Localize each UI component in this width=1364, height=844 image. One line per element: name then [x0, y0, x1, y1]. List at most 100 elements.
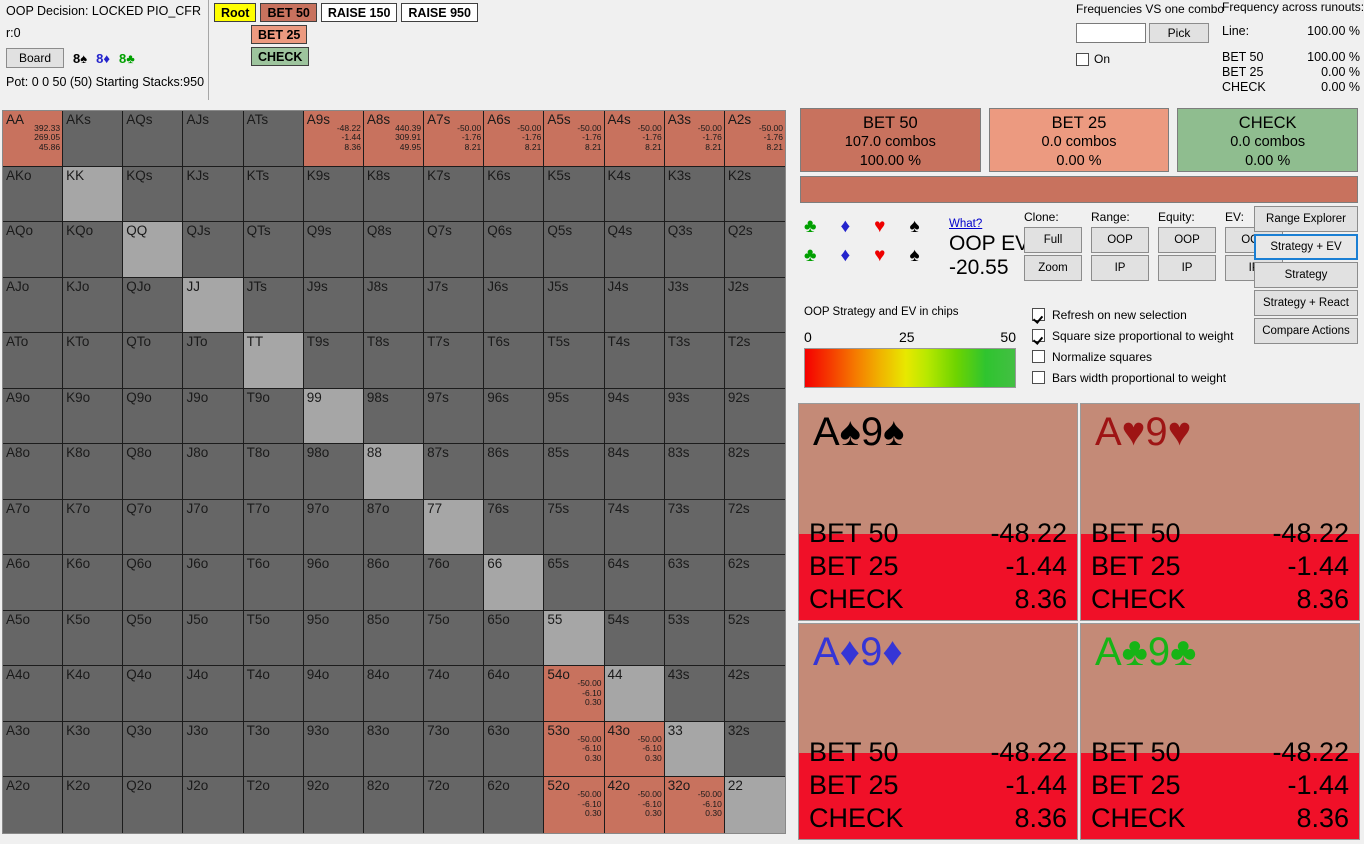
matrix-cell-T7o[interactable]: T7o — [243, 499, 304, 556]
matrix-cell-AQs[interactable]: AQs — [123, 111, 184, 167]
matrix-cell-J2o[interactable]: J2o — [183, 777, 244, 833]
matrix-cell-64o[interactable]: 64o — [484, 666, 545, 722]
matrix-cell-82s[interactable]: 82s — [724, 444, 785, 500]
matrix-cell-J3s[interactable]: J3s — [664, 277, 725, 334]
matrix-cell-A3s[interactable]: A3s -50.00 -1.76 8.21 — [664, 111, 725, 167]
matrix-cell-K7s[interactable]: K7s — [424, 166, 485, 223]
matrix-cell-A8o[interactable]: A8o — [3, 444, 64, 500]
matrix-cell-Q7s[interactable]: Q7s — [424, 222, 485, 278]
button-clone-full[interactable]: Full — [1024, 227, 1082, 253]
club-suit-icon[interactable]: ♣ — [804, 246, 816, 265]
matrix-cell-ATs[interactable]: ATs — [243, 111, 304, 167]
matrix-cell-K4s[interactable]: K4s — [604, 166, 665, 223]
matrix-cell-65s[interactable]: 65s — [544, 555, 605, 611]
matrix-cell-A8s[interactable]: A8s 440.39 309.91 49.95 — [363, 111, 425, 167]
tree-node-check[interactable]: CHECK — [251, 47, 310, 66]
option-refresh-on-new-selection[interactable]: Refresh on new selection — [1032, 304, 1247, 325]
matrix-cell-K3s[interactable]: K3s — [664, 166, 725, 223]
matrix-cell-A7s[interactable]: A7s -50.00 -1.76 8.21 — [424, 111, 485, 167]
matrix-cell-AQo[interactable]: AQo — [3, 222, 64, 278]
matrix-cell-KK[interactable]: KK — [63, 166, 124, 223]
matrix-cell-A6s[interactable]: A6s -50.00 -1.76 8.21 — [484, 111, 545, 167]
action-box-bet-25[interactable]: BET 25 0.0 combos 0.00 % — [988, 108, 1170, 172]
view-button-strategy[interactable]: Strategy — [1254, 262, 1358, 288]
matrix-cell-K7o[interactable]: K7o — [63, 499, 124, 556]
matrix-cell-J7o[interactable]: J7o — [183, 499, 244, 556]
matrix-cell-22[interactable]: 22 — [724, 777, 785, 833]
matrix-cell-83s[interactable]: 83s — [664, 444, 725, 500]
matrix-cell-J5o[interactable]: J5o — [183, 610, 244, 667]
matrix-cell-A9o[interactable]: A9o — [3, 388, 64, 445]
matrix-cell-J5s[interactable]: J5s — [544, 277, 605, 334]
matrix-cell-A6o[interactable]: A6o — [3, 555, 64, 611]
matrix-cell-63o[interactable]: 63o — [484, 721, 545, 778]
matrix-cell-A4s[interactable]: A4s -50.00 -1.76 8.21 — [604, 111, 665, 167]
matrix-cell-62s[interactable]: 62s — [724, 555, 785, 611]
matrix-cell-JTo[interactable]: JTo — [183, 333, 244, 389]
matrix-cell-J9o[interactable]: J9o — [183, 388, 244, 445]
matrix-cell-QTs[interactable]: QTs — [243, 222, 304, 278]
matrix-cell-KJo[interactable]: KJo — [63, 277, 124, 334]
matrix-cell-AA[interactable]: AA 392.33 269.05 45.86 — [3, 111, 64, 167]
matrix-cell-99[interactable]: 99 — [303, 388, 364, 445]
matrix-cell-Q6o[interactable]: Q6o — [123, 555, 184, 611]
matrix-cell-74s[interactable]: 74s — [604, 499, 665, 556]
matrix-cell-87s[interactable]: 87s — [424, 444, 485, 500]
matrix-cell-53s[interactable]: 53s — [664, 610, 725, 667]
matrix-cell-76o[interactable]: 76o — [424, 555, 485, 611]
heart-suit-icon[interactable]: ♥ — [874, 246, 885, 265]
matrix-cell-T7s[interactable]: T7s — [424, 333, 485, 389]
matrix-cell-T4s[interactable]: T4s — [604, 333, 665, 389]
matrix-cell-63s[interactable]: 63s — [664, 555, 725, 611]
matrix-cell-JTs[interactable]: JTs — [243, 277, 304, 334]
matrix-cell-95o[interactable]: 95o — [303, 610, 364, 667]
matrix-cell-87o[interactable]: 87o — [363, 499, 425, 556]
matrix-cell-88[interactable]: 88 — [363, 444, 425, 500]
spade-suit-icon[interactable]: ♠ — [909, 246, 919, 265]
what-help-link[interactable]: What? — [949, 218, 982, 230]
matrix-cell-AKo[interactable]: AKo — [3, 166, 64, 223]
matrix-cell-95s[interactable]: 95s — [544, 388, 605, 445]
matrix-cell-Q5o[interactable]: Q5o — [123, 610, 184, 667]
matrix-cell-K9s[interactable]: K9s — [303, 166, 364, 223]
matrix-cell-K2s[interactable]: K2s — [724, 166, 785, 223]
diamond-suit-icon[interactable]: ♦ — [840, 246, 850, 265]
matrix-cell-43o[interactable]: 43o -50.00 -6.10 0.30 — [604, 721, 665, 778]
matrix-cell-Q9o[interactable]: Q9o — [123, 388, 184, 445]
matrix-cell-54s[interactable]: 54s — [604, 610, 665, 667]
matrix-cell-Q4o[interactable]: Q4o — [123, 666, 184, 722]
matrix-cell-A2o[interactable]: A2o — [3, 777, 64, 833]
view-button-compare-actions[interactable]: Compare Actions — [1254, 318, 1358, 344]
combo-detail-A9-diamonds[interactable]: A♦9♦ BET 50 -48.22 BET 25 -1.44 CHECK 8.36 — [798, 622, 1078, 840]
matrix-cell-T9s[interactable]: T9s — [303, 333, 364, 389]
matrix-cell-T8o[interactable]: T8o — [243, 444, 304, 500]
matrix-cell-32o[interactable]: 32o -50.00 -6.10 0.30 — [664, 777, 725, 833]
matrix-cell-Q8o[interactable]: Q8o — [123, 444, 184, 500]
matrix-cell-54o[interactable]: 54o -50.00 -6.10 0.30 — [544, 666, 605, 722]
matrix-cell-AJo[interactable]: AJo — [3, 277, 64, 334]
matrix-cell-76s[interactable]: 76s — [484, 499, 545, 556]
option-checkbox[interactable] — [1032, 371, 1045, 384]
matrix-cell-Q2o[interactable]: Q2o — [123, 777, 184, 833]
matrix-cell-92o[interactable]: 92o — [303, 777, 364, 833]
matrix-cell-72s[interactable]: 72s — [724, 499, 785, 556]
matrix-cell-Q2s[interactable]: Q2s — [724, 222, 785, 278]
matrix-cell-J8s[interactable]: J8s — [363, 277, 425, 334]
matrix-cell-93s[interactable]: 93s — [664, 388, 725, 445]
matrix-cell-86o[interactable]: 86o — [363, 555, 425, 611]
hand-range-matrix[interactable]: AA 392.33 269.05 45.86 AKs AQs AJs ATs A9s -48.22… — [2, 110, 786, 834]
matrix-cell-Q8s[interactable]: Q8s — [363, 222, 425, 278]
matrix-cell-97s[interactable]: 97s — [424, 388, 485, 445]
matrix-cell-K6o[interactable]: K6o — [63, 555, 124, 611]
option-checkbox[interactable] — [1032, 308, 1045, 321]
view-button-range-explorer[interactable]: Range Explorer — [1254, 206, 1358, 232]
board-button[interactable]: Board — [6, 48, 64, 68]
matrix-cell-A5s[interactable]: A5s -50.00 -1.76 8.21 — [544, 111, 605, 167]
pick-button[interactable]: Pick — [1149, 23, 1209, 43]
matrix-cell-K9o[interactable]: K9o — [63, 388, 124, 445]
matrix-cell-A2s[interactable]: A2s -50.00 -1.76 8.21 — [724, 111, 785, 167]
combo-detail-A9-clubs[interactable]: A♣9♣ BET 50 -48.22 BET 25 -1.44 CHECK 8.36 — [1080, 622, 1360, 840]
frequencies-on-checkbox[interactable] — [1076, 52, 1089, 66]
matrix-cell-66[interactable]: 66 — [484, 555, 545, 611]
matrix-cell-KQo[interactable]: KQo — [63, 222, 124, 278]
